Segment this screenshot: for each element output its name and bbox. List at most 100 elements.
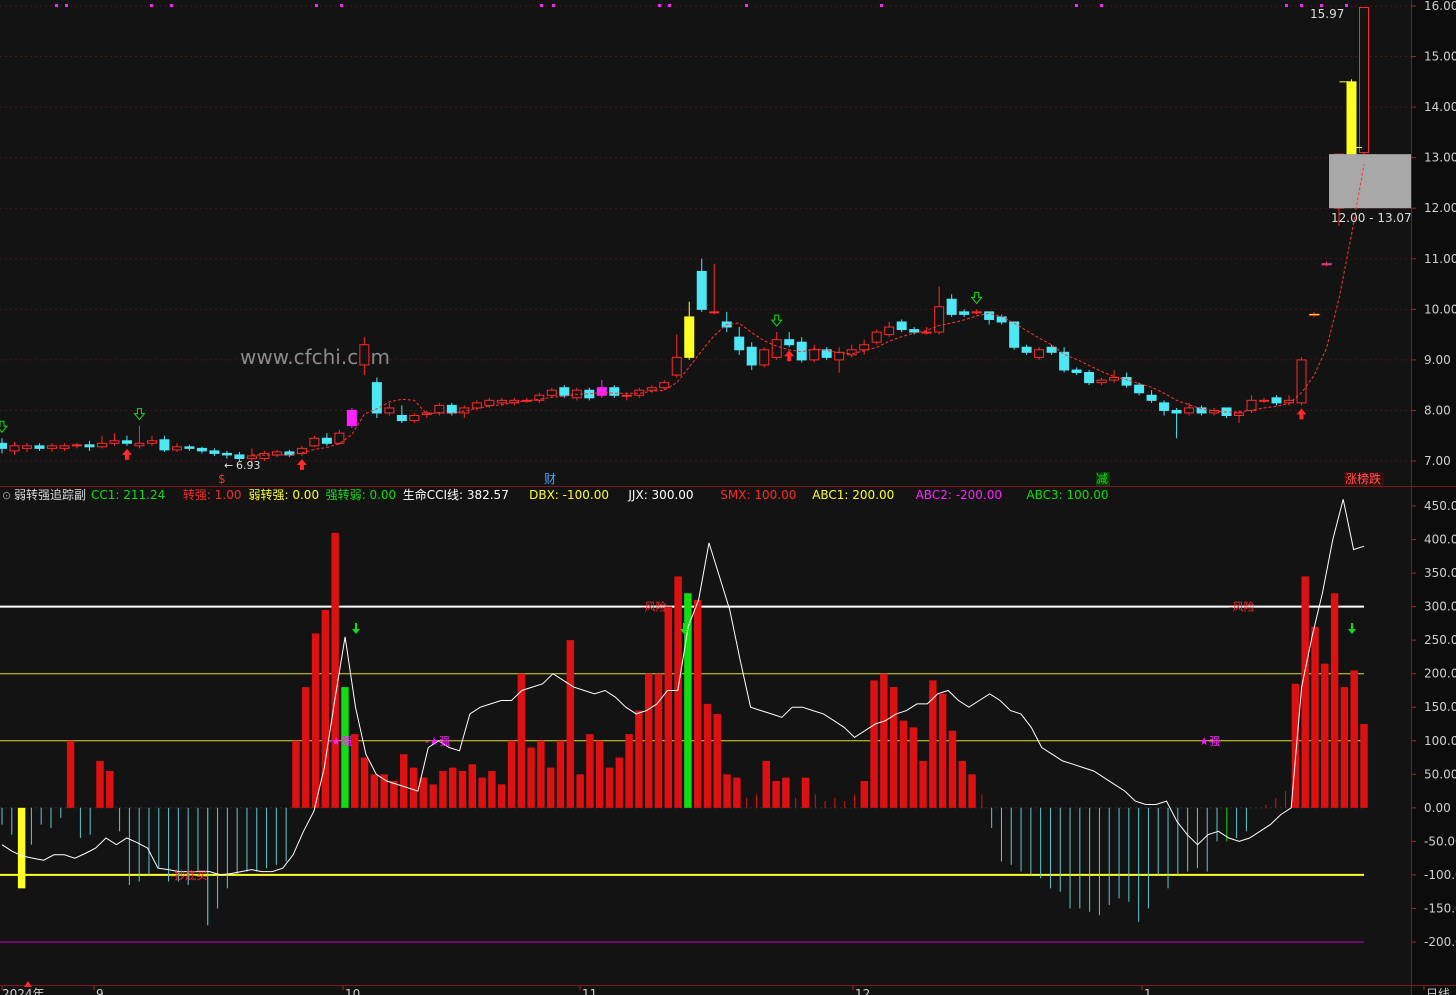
candle-body bbox=[621, 394, 632, 397]
candle-body bbox=[184, 446, 195, 449]
main-y-tick-label: 10.00 bbox=[1424, 302, 1456, 316]
indicator-bar bbox=[664, 606, 673, 808]
indicator-bar bbox=[703, 703, 712, 808]
candle-body bbox=[884, 326, 895, 336]
indicator-bar bbox=[546, 767, 555, 808]
indicator-annotation: ★强 bbox=[1199, 735, 1220, 748]
indicator-value-4: 生命CCI线: 382.57 bbox=[403, 487, 509, 502]
candle-body bbox=[809, 349, 820, 361]
indicator-bar bbox=[458, 770, 467, 808]
top-marker-dot bbox=[340, 4, 343, 7]
main-y-tick-label: 12.00 bbox=[1424, 201, 1456, 215]
indicator-bar bbox=[1311, 626, 1319, 808]
indicator-bar bbox=[507, 740, 516, 808]
ind-y-tick-label: 200.00 bbox=[1424, 667, 1456, 681]
candle-body bbox=[1234, 412, 1245, 417]
indicator-bar bbox=[449, 767, 457, 808]
ind-y-tick-label: 0.00 bbox=[1424, 801, 1451, 815]
indicator-bar bbox=[1360, 724, 1368, 808]
indicator-bar bbox=[1301, 576, 1309, 808]
candle-body bbox=[159, 439, 170, 451]
indicator-value-3: 强转弱: 0.00 bbox=[326, 487, 397, 502]
indicator-bar bbox=[566, 640, 575, 808]
candle-body bbox=[109, 440, 120, 444]
main-y-tick-label: 11.00 bbox=[1424, 252, 1456, 266]
event-label-finance: 财 bbox=[544, 472, 556, 486]
top-marker-dot bbox=[745, 4, 748, 7]
indicator-bar bbox=[870, 680, 878, 808]
indicator-value-10: ABC3: 100.00 bbox=[1026, 488, 1108, 502]
indicator-gear-icon[interactable]: ⊙ bbox=[2, 489, 11, 502]
main-y-tick-label: 8.00 bbox=[1424, 403, 1451, 417]
candle-body bbox=[34, 445, 45, 449]
indicator-bar bbox=[948, 730, 957, 808]
candle-body bbox=[859, 344, 870, 351]
candle-body bbox=[1059, 351, 1070, 371]
indicator-annotation: -★强 bbox=[327, 735, 352, 748]
candle-body bbox=[1021, 346, 1032, 353]
indicator-bar bbox=[909, 727, 917, 808]
event-label-rank: 涨榜跌 bbox=[1345, 471, 1381, 486]
indicator-bar bbox=[66, 740, 75, 808]
indicator-bar bbox=[625, 734, 633, 808]
candle-body bbox=[684, 316, 695, 358]
main-y-tick-label: 13.00 bbox=[1424, 151, 1456, 165]
candle-body bbox=[0, 442, 7, 449]
candle-body bbox=[909, 329, 920, 333]
candle-body bbox=[671, 356, 682, 376]
indicator-bar bbox=[351, 734, 359, 808]
indicator-value-8: ABC1: 200.00 bbox=[812, 488, 894, 502]
indicator-bar bbox=[360, 757, 369, 808]
event-label-reduce: 减 bbox=[1096, 472, 1108, 486]
candle-body bbox=[559, 387, 570, 396]
candle-body bbox=[309, 437, 320, 447]
candle-body bbox=[471, 402, 482, 409]
indicator-bar bbox=[693, 599, 702, 808]
indicator-bar bbox=[968, 774, 976, 808]
stock-chart[interactable]: 7.008.009.0010.0011.0012.0013.0014.0015.… bbox=[0, 0, 1456, 995]
candle-body bbox=[1271, 397, 1282, 404]
indicator-title[interactable]: 弱转强追踪副 bbox=[14, 487, 86, 502]
indicator-bar bbox=[1330, 593, 1339, 808]
top-marker-dot bbox=[1100, 4, 1103, 7]
indicator-bar bbox=[684, 593, 692, 808]
indicator-bar bbox=[889, 687, 898, 808]
indicator-bar bbox=[772, 781, 780, 808]
indicator-bar bbox=[595, 740, 604, 808]
candle-body bbox=[1034, 349, 1045, 358]
x-tick-label: 2024年 bbox=[2, 987, 45, 995]
indicator-annotation: -抄底买 bbox=[170, 868, 207, 882]
candle-body bbox=[734, 336, 745, 351]
indicator-bar bbox=[419, 777, 428, 808]
indicator-bar bbox=[390, 781, 398, 808]
top-marker-dot bbox=[55, 4, 58, 7]
candle-body bbox=[9, 445, 20, 452]
indicator-bar bbox=[537, 740, 545, 808]
candle-body bbox=[409, 415, 420, 422]
candle-body bbox=[196, 447, 207, 452]
indicator-bar bbox=[106, 770, 114, 808]
indicator-value-6: JJX: 300.00 bbox=[627, 488, 693, 502]
indicator-value-5: DBX: -100.00 bbox=[529, 488, 609, 502]
indicator-bar bbox=[723, 774, 731, 808]
top-marker-dot bbox=[552, 4, 555, 7]
event-label-dollar: $ bbox=[218, 472, 226, 486]
top-marker-dot bbox=[1300, 4, 1303, 7]
candle-body bbox=[496, 399, 507, 404]
x-tick-label: 9 bbox=[96, 987, 104, 995]
indicator-bar bbox=[801, 777, 810, 808]
x-tick-label: 11 bbox=[582, 987, 597, 995]
ind-y-tick-label: 100.00 bbox=[1424, 734, 1456, 748]
candle-body bbox=[659, 382, 670, 389]
high-price-label: 15.97 bbox=[1310, 7, 1344, 21]
candle-body bbox=[1096, 379, 1107, 384]
candle-body bbox=[746, 346, 757, 366]
candle-body bbox=[1171, 409, 1182, 414]
indicator-bar bbox=[409, 767, 418, 808]
low-price-arrow: ← bbox=[224, 459, 233, 472]
candle-body bbox=[971, 311, 982, 314]
indicator-bar bbox=[321, 609, 330, 808]
candle-body bbox=[134, 442, 145, 447]
candle-body bbox=[1134, 384, 1145, 394]
candle-body bbox=[121, 440, 132, 444]
